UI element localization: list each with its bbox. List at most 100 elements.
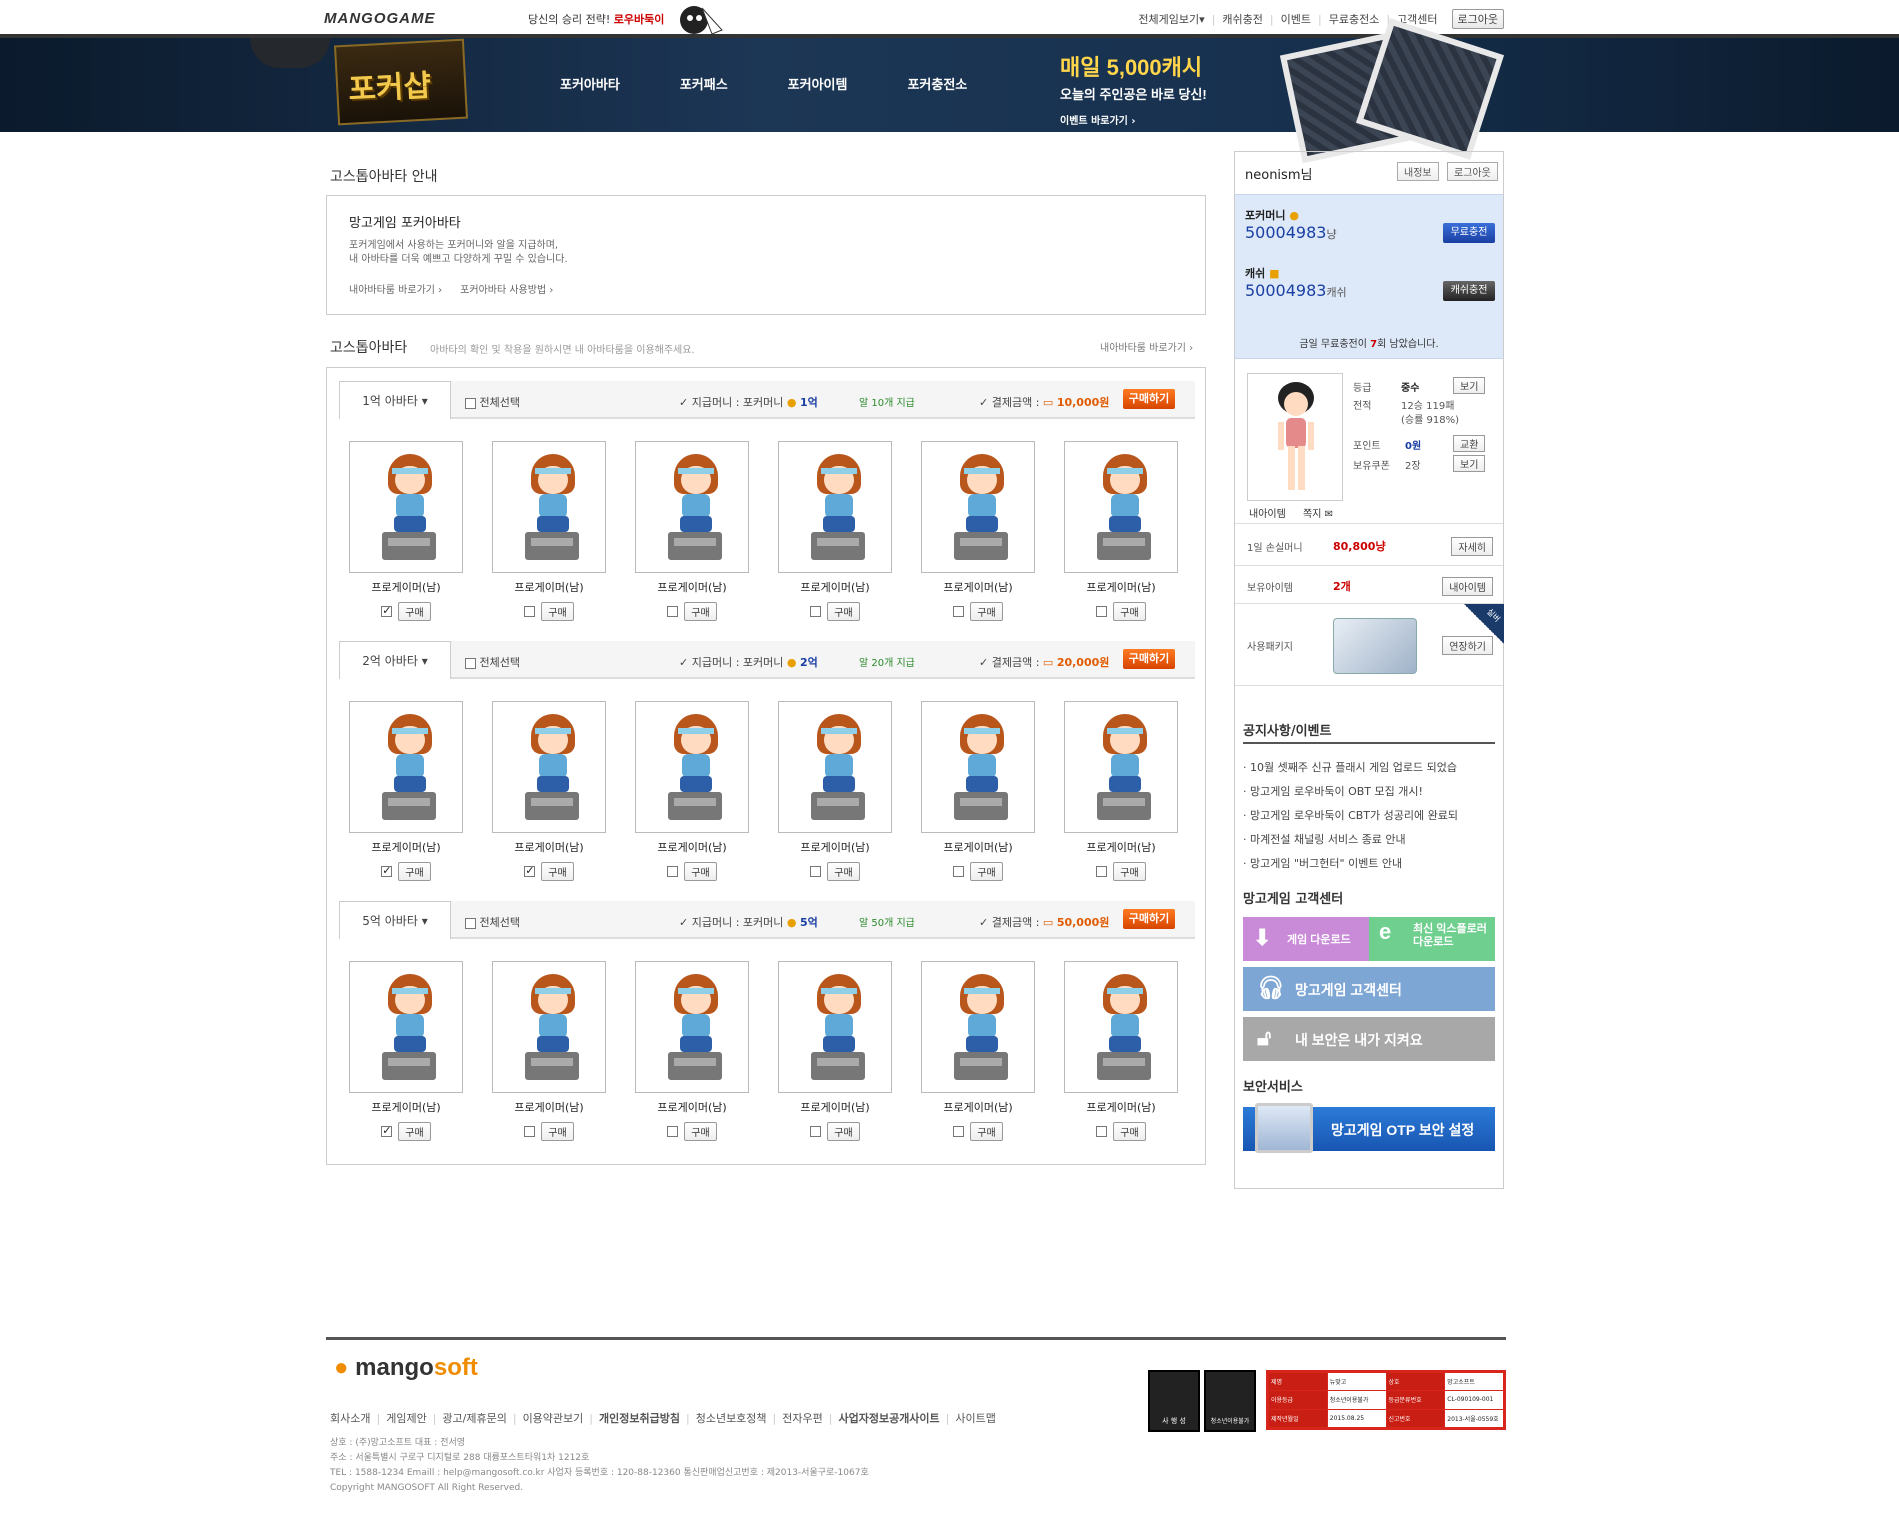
avatar-checkbox[interactable] bbox=[810, 866, 822, 877]
my-info-button[interactable]: 내정보 bbox=[1397, 162, 1439, 181]
notice-item[interactable]: · 마계전설 채널링 서비스 종료 안내 bbox=[1243, 828, 1495, 852]
logout-button[interactable]: 로그아웃 bbox=[1451, 9, 1504, 29]
select-all-checkbox[interactable]: 전체선택 bbox=[465, 654, 520, 670]
notice-item[interactable]: · 망고게임 "버그헌터" 이벤트 안내 bbox=[1243, 852, 1495, 876]
buy-all-button[interactable]: 구매하기 bbox=[1123, 909, 1175, 929]
tab-poker-avatar[interactable]: 포커아바타 bbox=[560, 74, 620, 93]
avatar-image[interactable] bbox=[635, 701, 749, 833]
otp-setting-button[interactable]: 망고게임 OTP 보안 설정 bbox=[1243, 1103, 1495, 1153]
avatar-checkbox[interactable] bbox=[524, 864, 536, 877]
buy-button[interactable]: 구매 bbox=[827, 862, 860, 881]
event-link[interactable]: 이벤트 바로가기 › bbox=[1060, 112, 1207, 127]
group-tab[interactable]: 1억 아바타 ▾ bbox=[339, 381, 451, 419]
buy-button[interactable]: 구매 bbox=[827, 602, 860, 621]
notice-item[interactable]: · 망고게임 로우바둑이 CBT가 성공리에 완료되 bbox=[1243, 804, 1495, 828]
buy-button[interactable]: 구매 bbox=[1113, 602, 1146, 621]
buy-button[interactable]: 구매 bbox=[398, 862, 431, 881]
select-all-checkbox[interactable]: 전체선택 bbox=[465, 394, 520, 410]
tab-poker-charge[interactable]: 포커충전소 bbox=[907, 74, 967, 93]
notice-item[interactable]: · 10월 셋째주 신규 플래시 게임 업로드 되었습 bbox=[1243, 756, 1495, 780]
free-charge-button[interactable]: 무료충전 bbox=[1443, 223, 1495, 243]
my-item-link[interactable]: 내아이템 bbox=[1249, 505, 1286, 520]
grade-view-button[interactable]: 보기 bbox=[1453, 377, 1486, 394]
avatar-image[interactable] bbox=[1064, 441, 1178, 573]
my-items-button[interactable]: 내아이템 bbox=[1442, 577, 1493, 596]
avatar-image[interactable] bbox=[492, 441, 606, 573]
footer-link[interactable]: 게임제안 bbox=[386, 1412, 426, 1425]
checkbox[interactable] bbox=[465, 397, 476, 409]
footer-link[interactable]: 광고/제휴문의 bbox=[442, 1412, 506, 1425]
footer-link[interactable]: 개인정보취급방침 bbox=[599, 1412, 680, 1425]
buy-button[interactable]: 구매 bbox=[684, 602, 717, 621]
top-promo[interactable]: 당신의 승리 전략! 로우바둑이 bbox=[528, 11, 664, 27]
buy-button[interactable]: 구매 bbox=[398, 1122, 431, 1141]
customer-center-button[interactable]: 🎧︎ 망고게임 고객센터 bbox=[1243, 967, 1495, 1011]
buy-button[interactable]: 구매 bbox=[970, 1122, 1003, 1141]
avatar-image[interactable] bbox=[921, 441, 1035, 573]
group-tab[interactable]: 5억 아바타 ▾ bbox=[339, 901, 451, 939]
avatar-image[interactable] bbox=[1064, 961, 1178, 1093]
footer-link[interactable]: 사업자정보공개사이트 bbox=[838, 1412, 939, 1425]
avatar-checkbox[interactable] bbox=[381, 604, 393, 617]
checkbox[interactable] bbox=[465, 917, 476, 929]
avatar-image[interactable] bbox=[635, 961, 749, 1093]
avatar-checkbox[interactable] bbox=[381, 864, 393, 877]
avatar-checkbox[interactable] bbox=[667, 1126, 679, 1137]
avatar-image[interactable] bbox=[1064, 701, 1178, 833]
footer-link[interactable]: 사이트맵 bbox=[955, 1412, 995, 1425]
footer-link[interactable]: 이용약관보기 bbox=[523, 1412, 584, 1425]
avatar-checkbox[interactable] bbox=[810, 606, 822, 617]
avatar-checkbox[interactable] bbox=[810, 1126, 822, 1137]
daily-cash-promo[interactable]: 매일 5,000캐시 오늘의 주인공은 바로 당신! 이벤트 바로가기 › bbox=[1060, 50, 1207, 127]
poker-shop-logo[interactable]: 포커샵 bbox=[333, 38, 469, 126]
avatar-image[interactable] bbox=[492, 961, 606, 1093]
avatar-image[interactable] bbox=[349, 701, 463, 833]
buy-all-button[interactable]: 구매하기 bbox=[1123, 389, 1175, 409]
buy-button[interactable]: 구매 bbox=[541, 602, 574, 621]
buy-all-button[interactable]: 구매하기 bbox=[1123, 649, 1175, 669]
nav-event[interactable]: 이벤트 bbox=[1281, 11, 1311, 27]
group-tab[interactable]: 2억 아바타 ▾ bbox=[339, 641, 451, 679]
avatar-checkbox[interactable] bbox=[381, 1124, 393, 1137]
select-all-checkbox[interactable]: 전체선택 bbox=[465, 914, 520, 930]
buy-button[interactable]: 구매 bbox=[684, 862, 717, 881]
avatar-image[interactable] bbox=[635, 441, 749, 573]
buy-button[interactable]: 구매 bbox=[398, 602, 431, 621]
avatar-checkbox[interactable] bbox=[524, 1126, 536, 1137]
tab-poker-item[interactable]: 포커아이템 bbox=[788, 74, 848, 93]
avatar-image[interactable] bbox=[778, 441, 892, 573]
avatar-checkbox[interactable] bbox=[524, 606, 536, 617]
avatar-checkbox[interactable] bbox=[953, 606, 965, 617]
nav-all-games[interactable]: 전체게임보기 bbox=[1138, 11, 1199, 27]
cash-charge-button[interactable]: 캐쉬충전 bbox=[1443, 281, 1495, 301]
avatar-checkbox[interactable] bbox=[667, 606, 679, 617]
avatar-image[interactable] bbox=[349, 441, 463, 573]
tab-poker-pass[interactable]: 포커패스 bbox=[680, 74, 728, 93]
avatar-checkbox[interactable] bbox=[1096, 606, 1108, 617]
explorer-download-button[interactable]: e 최신 익스플로러 다운로드 bbox=[1369, 917, 1495, 961]
buy-button[interactable]: 구매 bbox=[827, 1122, 860, 1141]
promo-link[interactable]: 로우바둑이 bbox=[614, 13, 665, 26]
buy-button[interactable]: 구매 bbox=[1113, 1122, 1146, 1141]
buy-button[interactable]: 구매 bbox=[541, 1122, 574, 1141]
mangogame-logo[interactable]: MANGOGAME bbox=[324, 10, 436, 27]
avatar-howto-link[interactable]: 포커아바타 사용방법 › bbox=[460, 281, 553, 296]
avatar-image[interactable] bbox=[921, 701, 1035, 833]
buy-button[interactable]: 구매 bbox=[541, 862, 574, 881]
checkbox[interactable] bbox=[465, 657, 476, 669]
nav-free-charge[interactable]: 무료충전소 bbox=[1329, 11, 1380, 27]
game-download-button[interactable]: ⬇ 게임 다운로드 bbox=[1243, 917, 1369, 961]
footer-link[interactable]: 전자우편 bbox=[782, 1412, 822, 1425]
note-link[interactable]: 쪽지 ✉ bbox=[1303, 505, 1333, 520]
footer-link[interactable]: 회사소개 bbox=[330, 1412, 370, 1425]
avatar-checkbox[interactable] bbox=[1096, 866, 1108, 877]
avatar-room-link[interactable]: 내아바타룸 바로가기 › bbox=[1100, 339, 1193, 354]
side-logout-button[interactable]: 로그아웃 bbox=[1447, 162, 1498, 181]
my-avatar-room-link[interactable]: 내아바타룸 바로가기 › bbox=[349, 281, 442, 296]
notice-item[interactable]: · 망고게임 로우바둑이 OBT 모집 개시! bbox=[1243, 780, 1495, 804]
avatar-checkbox[interactable] bbox=[953, 866, 965, 877]
avatar-image[interactable] bbox=[778, 961, 892, 1093]
avatar-image[interactable] bbox=[492, 701, 606, 833]
buy-button[interactable]: 구매 bbox=[970, 602, 1003, 621]
buy-button[interactable]: 구매 bbox=[1113, 862, 1146, 881]
